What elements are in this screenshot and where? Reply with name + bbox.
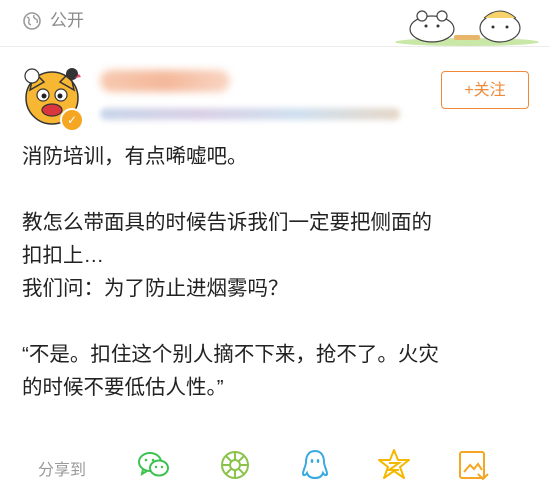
qq-icon[interactable] <box>298 448 332 482</box>
post-body: 消防培训，有点唏嘘吧。 教怎么带面具的时候告诉我们一定要把侧面的 扣扣上… 我们… <box>22 140 532 404</box>
cartoon-decoration <box>395 10 539 46</box>
post-line: 消防培训，有点唏嘘吧。 <box>22 145 248 168</box>
globe-icon <box>23 12 41 30</box>
moments-icon[interactable] <box>218 448 252 482</box>
visibility-label[interactable]: 公开 <box>50 10 84 32</box>
follow-button[interactable]: +关注 <box>441 71 529 109</box>
share-bar: 分享到 <box>0 444 550 488</box>
qzone-icon[interactable] <box>377 448 411 482</box>
post-line: “不是。扣住这个别人摘不下来，抢不了。火灾 <box>22 343 439 366</box>
verified-badge-icon: ✓ <box>60 108 84 132</box>
post-line: 教怎么带面具的时候告诉我们一定要把侧面的 <box>22 211 432 234</box>
post-line: 的时候不要低估人性。” <box>22 376 224 399</box>
top-bar: 公开 <box>0 0 550 47</box>
user-meta-blurred <box>100 108 400 120</box>
share-label: 分享到 <box>38 462 87 479</box>
post-line: 扣扣上… <box>22 244 104 267</box>
username-blurred[interactable] <box>100 70 230 92</box>
save-image-icon[interactable] <box>456 448 490 482</box>
post-line: 我们问：为了防止进烟雾吗？ <box>22 277 289 300</box>
wechat-icon[interactable] <box>137 448 171 482</box>
